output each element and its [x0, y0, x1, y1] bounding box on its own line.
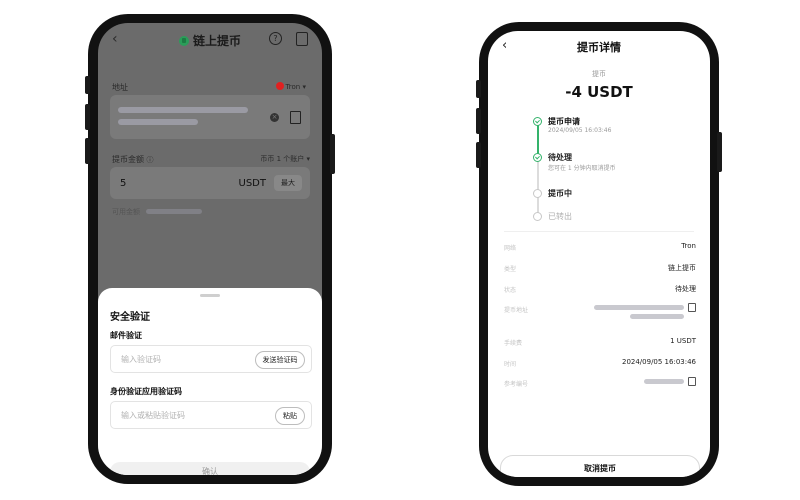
reference-blurred-value: [644, 379, 684, 384]
cancel-withdraw-button[interactable]: 取消提币: [500, 455, 700, 477]
timeline-line-pending: [537, 157, 539, 219]
available-balance: 可用金额: [112, 207, 203, 217]
timeline-step-title: 提币申请: [548, 117, 580, 126]
available-blurred-value: [146, 209, 203, 214]
amount-input-value: 5: [120, 178, 127, 189]
sheet-handle[interactable]: [200, 294, 220, 297]
phone-side-button: [85, 104, 90, 130]
copy-icon[interactable]: [688, 303, 696, 312]
detail-key: 提币地址: [504, 307, 529, 314]
address-field[interactable]: ×: [110, 95, 310, 139]
divider: [504, 231, 694, 232]
copy-icon[interactable]: [688, 377, 696, 386]
detail-key: 时间: [504, 361, 517, 368]
send-code-button[interactable]: 发送验证码: [255, 351, 305, 369]
address-blurred-value: [630, 314, 684, 319]
network-selector[interactable]: Tron ▾: [275, 82, 306, 91]
withdraw-detail-screen: ‹ 提币详情 提币 -4 USDT 提币申请 2024/09/05 16:03:…: [488, 31, 710, 477]
timeline-check-icon: [533, 153, 542, 162]
question-icon[interactable]: ?: [269, 32, 282, 45]
detail-value: 链上提币: [668, 264, 696, 272]
detail-value: 1 USDT: [670, 337, 696, 345]
email-code-input[interactable]: 输入验证码 发送验证码: [110, 345, 312, 373]
authenticator-code-input[interactable]: 输入或粘贴验证码 粘贴: [110, 401, 312, 429]
page-title: 链上提币: [98, 32, 322, 49]
left-phone-frame: ‹ 链上提币 ? 地址 Tron ▾ × 提币金额 ⓘ 币币 1 个账户 ▾ 5…: [85, 14, 335, 484]
tron-icon: [275, 82, 284, 90]
phone-side-button: [476, 80, 481, 98]
network-name: Tron: [285, 83, 301, 91]
detail-key: 网络: [504, 245, 517, 252]
timeline-step-title: 已转出: [548, 212, 572, 221]
timeline-line-done: [537, 121, 539, 157]
email-verify-label: 邮件验证: [110, 331, 142, 340]
timeline-step-sub: 您可在 1 分钟内取消提币: [548, 165, 616, 172]
amount-unit: USDT: [238, 178, 266, 189]
close-circle-icon[interactable]: ×: [270, 113, 279, 122]
address-label: 地址: [112, 83, 128, 92]
transaction-type: 提币: [592, 70, 606, 78]
record-icon[interactable]: [296, 32, 308, 46]
timeline-step-title: 提币中: [548, 189, 572, 198]
withdraw-amount: -4 USDT: [565, 83, 633, 101]
detail-value: [644, 377, 696, 387]
timeline-pending-icon: [533, 189, 542, 198]
authenticator-code-placeholder: 输入或粘贴验证码: [121, 411, 185, 420]
account-selector-text: 币币 1 个账户: [260, 155, 305, 163]
paste-button[interactable]: 粘贴: [275, 407, 305, 425]
amount-field[interactable]: 5 USDT 最大: [110, 167, 310, 199]
phone-side-button: [85, 76, 90, 94]
account-selector[interactable]: 币币 1 个账户 ▾: [260, 154, 310, 164]
withdraw-screen: ‹ 链上提币 ? 地址 Tron ▾ × 提币金额 ⓘ 币币 1 个账户 ▾ 5…: [98, 23, 322, 475]
email-code-placeholder: 输入验证码: [121, 355, 161, 364]
address-blurred-value: [594, 305, 684, 310]
phone-side-button: [85, 138, 90, 164]
available-label: 可用金额: [112, 208, 140, 216]
sheet-title: 安全验证: [110, 312, 150, 323]
page-title-text: 链上提币: [192, 34, 241, 48]
detail-value: 2024/09/05 16:03:46: [621, 358, 696, 366]
screen-header: ‹ 链上提币 ?: [98, 23, 322, 57]
detail-value: [594, 303, 696, 321]
timeline-pending-icon: [533, 212, 542, 221]
phone-side-button: [476, 142, 481, 168]
timeline-step-sub: 2024/09/05 16:03:46: [548, 127, 612, 134]
security-verification-sheet: 安全验证 邮件验证 输入验证码 发送验证码 身份验证应用验证码 输入或粘贴验证码…: [98, 288, 322, 475]
phone-side-button: [330, 134, 335, 174]
amount-label-text: 提币金额: [112, 155, 144, 164]
phone-side-button: [717, 132, 722, 172]
phone-side-button: [476, 108, 481, 134]
address-blurred-line: [118, 119, 198, 125]
detail-key: 手续费: [504, 340, 523, 347]
page-title: 提币详情: [577, 41, 621, 54]
authenticator-label: 身份验证应用验证码: [110, 387, 182, 396]
info-icon[interactable]: ⓘ: [147, 156, 154, 164]
timeline-check-icon: [533, 117, 542, 126]
right-phone-frame: ‹ 提币详情 提币 -4 USDT 提币申请 2024/09/05 16:03:…: [476, 22, 722, 486]
detail-key: 类型: [504, 266, 517, 273]
address-book-icon[interactable]: [290, 111, 301, 124]
address-blurred-line: [118, 107, 248, 113]
detail-value: Tron: [681, 242, 696, 250]
confirm-button[interactable]: 确认: [110, 462, 310, 475]
max-button[interactable]: 最大: [274, 175, 302, 191]
detail-key: 状态: [504, 287, 517, 294]
usdt-coin-icon: [178, 36, 189, 46]
detail-value: 待处理: [675, 285, 696, 293]
detail-key: 参考编号: [504, 381, 529, 388]
timeline-step-title: 待处理: [548, 153, 572, 162]
amount-label: 提币金额 ⓘ: [112, 154, 154, 165]
